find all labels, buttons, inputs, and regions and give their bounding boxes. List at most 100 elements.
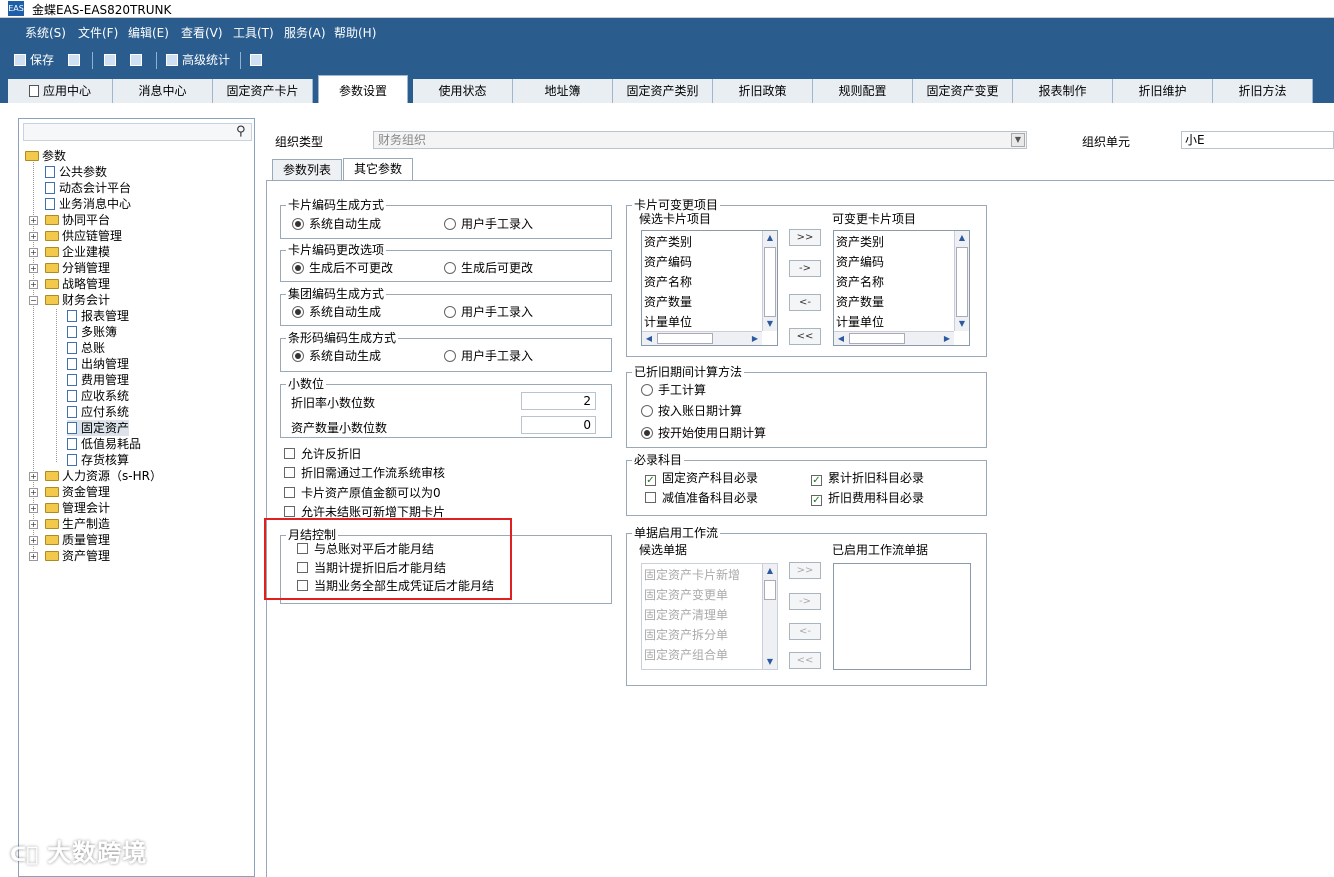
arrow-right-icon[interactable]: ▶ bbox=[748, 332, 762, 345]
expand-icon[interactable]: + bbox=[29, 552, 38, 561]
expand-icon[interactable]: + bbox=[29, 520, 38, 529]
tab-app-center[interactable]: 应用中心 bbox=[8, 79, 113, 103]
wf-move-all-left-button[interactable]: << bbox=[789, 652, 821, 669]
check-impairment-account[interactable]: 减值准备科目必录 bbox=[645, 491, 758, 505]
vertical-scrollbar[interactable]: ▲ ▼ bbox=[954, 231, 969, 331]
arrow-up-icon[interactable]: ▲ bbox=[955, 231, 969, 245]
scroll-thumb[interactable] bbox=[764, 580, 776, 600]
qty-decimals-field[interactable]: 0 bbox=[521, 416, 596, 434]
horizontal-scrollbar[interactable]: ◀ ▶ bbox=[642, 331, 762, 345]
check-allow-reverse-depr[interactable]: 允许反折旧 bbox=[284, 447, 361, 461]
tab-other-params[interactable]: 其它参数 bbox=[343, 158, 414, 181]
tab-asset-change[interactable]: 固定资产变更 bbox=[913, 79, 1013, 103]
tree-item[interactable]: 出纳管理 bbox=[67, 356, 129, 372]
move-all-left-button[interactable]: << bbox=[789, 328, 821, 345]
tab-message-center[interactable]: 消息中心 bbox=[113, 79, 213, 103]
tab-usage-status[interactable]: 使用状态 bbox=[413, 79, 513, 103]
list-item[interactable]: 计量单位 bbox=[836, 315, 884, 329]
tree-item[interactable]: 资金管理 bbox=[45, 484, 110, 500]
expand-icon[interactable]: + bbox=[29, 504, 38, 513]
expand-icon[interactable]: + bbox=[29, 264, 38, 273]
save-button[interactable]: 保存 bbox=[14, 52, 54, 69]
collapse-icon[interactable]: − bbox=[29, 296, 38, 305]
move-right-button[interactable]: -> bbox=[789, 260, 821, 277]
tree-search-input[interactable] bbox=[23, 123, 252, 141]
expand-icon[interactable]: + bbox=[29, 232, 38, 241]
enabled-docs-list[interactable] bbox=[833, 563, 971, 670]
tab-depreciation-policy[interactable]: 折旧政策 bbox=[713, 79, 813, 103]
tree-item[interactable]: 费用管理 bbox=[67, 372, 129, 388]
tree-item[interactable]: 业务消息中心 bbox=[45, 196, 131, 212]
vertical-scrollbar[interactable]: ▲ ▼ bbox=[762, 231, 777, 331]
tree-item[interactable]: 公共参数 bbox=[45, 164, 107, 180]
wf-move-right-button[interactable]: -> bbox=[789, 593, 821, 610]
list-item[interactable]: 资产名称 bbox=[836, 275, 884, 289]
list-item[interactable]: 固定资产卡片新增 bbox=[644, 568, 740, 582]
arrow-left-icon[interactable]: ◀ bbox=[642, 332, 656, 345]
menu-tools[interactable]: 工具(T) bbox=[233, 24, 274, 41]
radio-no-change[interactable]: 生成后不可更改 bbox=[292, 261, 393, 275]
list-item[interactable]: 资产名称 bbox=[644, 275, 692, 289]
tree-item[interactable]: 分销管理 bbox=[45, 260, 110, 276]
radio-can-change[interactable]: 生成后可更改 bbox=[444, 261, 533, 275]
list-item[interactable]: 固定资产组合单 bbox=[644, 648, 728, 662]
radio-barcode-manual[interactable]: 用户手工录入 bbox=[444, 349, 533, 363]
tree-root[interactable]: 参数 bbox=[25, 148, 66, 164]
tree-item[interactable]: 生产制造 bbox=[45, 516, 110, 532]
tree-item[interactable]: 应付系统 bbox=[67, 404, 129, 420]
tree-item[interactable]: 战略管理 bbox=[45, 276, 110, 292]
menu-service[interactable]: 服务(A) bbox=[284, 24, 326, 41]
radio-card-auto[interactable]: 系统自动生成 bbox=[292, 217, 381, 231]
tree-item[interactable]: 报表管理 bbox=[67, 308, 129, 324]
expand-icon[interactable]: + bbox=[29, 488, 38, 497]
tree-item[interactable]: 财务会计 bbox=[45, 292, 110, 308]
list-item[interactable]: 资产编码 bbox=[644, 255, 692, 269]
arrow-up-icon[interactable]: ▲ bbox=[763, 231, 777, 245]
move-all-right-button[interactable]: >> bbox=[789, 229, 821, 246]
advanced-stats-button[interactable]: 高级统计 bbox=[166, 52, 230, 69]
tree-item-selected[interactable]: 固定资产 bbox=[67, 420, 130, 436]
arrow-left-icon[interactable]: ◀ bbox=[834, 332, 848, 345]
tree-item[interactable]: 管理会计 bbox=[45, 500, 110, 516]
tree-item[interactable]: 低值易耗品 bbox=[67, 436, 141, 452]
tab-asset-card[interactable]: 固定资产卡片 bbox=[213, 79, 313, 103]
radio-barcode-auto[interactable]: 系统自动生成 bbox=[292, 349, 381, 363]
expand-icon[interactable]: + bbox=[29, 472, 38, 481]
arrow-up-icon[interactable]: ▲ bbox=[763, 564, 777, 578]
tab-parameter-settings[interactable]: 参数设置 bbox=[318, 75, 408, 103]
check-zero-value[interactable]: 卡片资产原值金额可以为0 bbox=[284, 486, 441, 500]
expand-icon[interactable]: + bbox=[29, 216, 38, 225]
wf-move-left-button[interactable]: <- bbox=[789, 623, 821, 640]
tree-item[interactable]: 企业建模 bbox=[45, 244, 110, 260]
scroll-thumb[interactable] bbox=[764, 247, 776, 317]
tab-depreciation-method[interactable]: 折旧方法 bbox=[1213, 79, 1313, 103]
radio-group-auto[interactable]: 系统自动生成 bbox=[292, 305, 381, 319]
exit-button[interactable] bbox=[250, 52, 266, 69]
rate-decimals-field[interactable]: 2 bbox=[521, 392, 596, 410]
expand-icon[interactable]: + bbox=[29, 280, 38, 289]
list-item[interactable]: 资产数量 bbox=[644, 295, 692, 309]
locate-button[interactable] bbox=[130, 52, 146, 69]
arrow-down-icon[interactable]: ▼ bbox=[763, 317, 777, 331]
list-item[interactable]: 资产类别 bbox=[836, 235, 884, 249]
scroll-thumb[interactable] bbox=[849, 333, 905, 344]
radio-card-manual[interactable]: 用户手工录入 bbox=[444, 217, 533, 231]
list-item[interactable]: 固定资产拆分单 bbox=[644, 628, 728, 642]
radio-entry-date-calc[interactable]: 按入账日期计算 bbox=[641, 404, 742, 418]
menu-help[interactable]: 帮助(H) bbox=[334, 24, 376, 41]
wf-move-all-right-button[interactable]: >> bbox=[789, 562, 821, 579]
menu-view[interactable]: 查看(V) bbox=[181, 24, 223, 41]
tree-item[interactable]: 资产管理 bbox=[45, 548, 110, 564]
tree-item[interactable]: 动态会计平台 bbox=[45, 180, 131, 196]
vertical-scrollbar[interactable]: ▲ ▼ bbox=[762, 564, 777, 669]
candidate-items-list[interactable]: 资产类别 资产编码 资产名称 资产数量 计量单位 ▲ ▼ ◀ ▶ bbox=[641, 230, 778, 346]
changeable-items-list[interactable]: 资产类别 资产编码 资产名称 资产数量 计量单位 ▲ ▼ ◀ ▶ bbox=[833, 230, 970, 346]
list-item[interactable]: 计量单位 bbox=[644, 315, 692, 329]
tab-depreciation-maint[interactable]: 折旧维护 bbox=[1113, 79, 1213, 103]
check-depr-workflow[interactable]: 折旧需通过工作流系统审核 bbox=[284, 466, 445, 480]
panel-splitter[interactable] bbox=[258, 118, 264, 877]
refresh-button[interactable] bbox=[104, 52, 120, 69]
tree-item[interactable]: 存货核算 bbox=[67, 452, 129, 468]
tree-item[interactable]: 多账簿 bbox=[67, 324, 117, 340]
tab-address-book[interactable]: 地址簿 bbox=[513, 79, 613, 103]
